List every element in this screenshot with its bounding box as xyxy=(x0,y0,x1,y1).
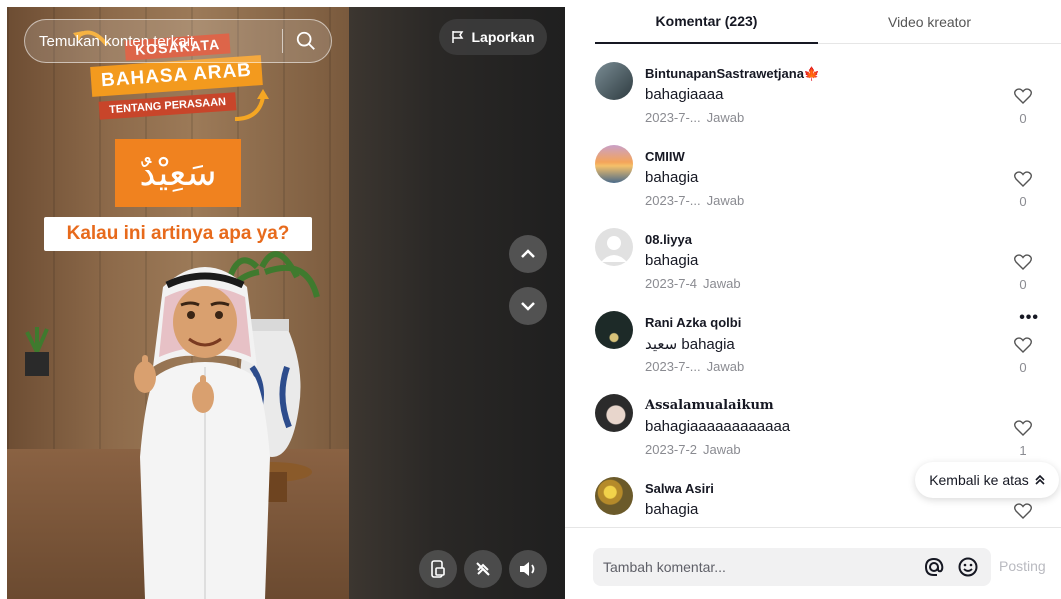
comment-text: bahagiaaaa xyxy=(645,86,724,103)
mention-icon[interactable] xyxy=(923,556,945,578)
volume-button[interactable] xyxy=(509,550,547,588)
post-button[interactable]: Posting xyxy=(999,558,1046,574)
panel-tabs: Komentar (223) Video kreator xyxy=(595,0,1061,44)
reply-button[interactable]: Jawab xyxy=(703,442,741,457)
comment-text: bahagia xyxy=(645,169,699,186)
comment-date: 2023-7-2 xyxy=(645,442,698,457)
back-to-top-label: Kembali ke atas xyxy=(929,472,1029,488)
comment-item: 08.liyya bahagia 2023-7-4 Jawab 0 xyxy=(595,224,1055,299)
double-chevron-up-icon xyxy=(1035,474,1045,485)
tiktok-video-page: KOSAKATA BAHASA ARAB TENTANG PERASAAN سَ… xyxy=(0,0,1061,599)
comment-meta: 2023-7-... Jawab xyxy=(645,193,744,208)
tab-creator-videos[interactable]: Video kreator xyxy=(818,0,1041,44)
avatar[interactable] xyxy=(595,62,633,100)
heart-icon xyxy=(1014,171,1032,187)
like-count: 0 xyxy=(1019,360,1027,375)
chevron-up-icon xyxy=(521,249,535,258)
comment-username[interactable]: CMIIW xyxy=(645,149,685,164)
video-frame: KOSAKATA BAHASA ARAB TENTANG PERASAAN سَ… xyxy=(7,7,349,599)
flag-icon xyxy=(452,31,464,43)
comment-text: bahagia xyxy=(645,501,699,518)
heart-icon xyxy=(1014,337,1032,353)
comment-item: Rani Azka qolbi سعيد bahagia 2023-7-... J… xyxy=(595,307,1055,382)
arabic-word-card: سَعِيْدٌ xyxy=(115,139,241,207)
heart-icon xyxy=(1014,503,1032,519)
reply-button[interactable]: Jawab xyxy=(703,276,741,291)
chevron-down-icon xyxy=(521,302,535,311)
comment-text: bahagia xyxy=(645,252,699,269)
emoji-icon[interactable] xyxy=(957,556,979,578)
avatar[interactable] xyxy=(595,228,633,266)
related-search-input[interactable]: Temukan konten terkait xyxy=(39,33,282,50)
reply-button[interactable]: Jawab xyxy=(707,359,745,374)
comment-meta: 2023-7-4 Jawab xyxy=(645,276,741,291)
comment-meta: 2023-7-2 Jawab xyxy=(645,442,741,457)
comment-meta: 2023-7-... Jawab xyxy=(645,359,744,374)
like-count: 0 xyxy=(1019,277,1027,292)
autoscroll-button[interactable] xyxy=(464,550,502,588)
no-autoscroll-icon xyxy=(476,562,490,576)
comment-username[interactable]: Salwa Asiri xyxy=(645,481,714,496)
comment-item: Assalamualaikum bahagiaaaaaaaaaaaa 2023-… xyxy=(595,390,1055,465)
tab-comments[interactable]: Komentar (223) xyxy=(595,0,818,44)
comment-date: 2023-7-... xyxy=(645,110,701,125)
avatar[interactable] xyxy=(595,394,633,432)
more-options-button[interactable]: ••• xyxy=(1019,309,1039,327)
curved-arrow-icon xyxy=(234,89,269,121)
like-button[interactable]: 1 xyxy=(1011,420,1035,458)
comment-username[interactable]: Rani Azka qolbi xyxy=(645,315,741,330)
small-plant-illustration xyxy=(25,327,49,376)
video-player[interactable]: KOSAKATA BAHASA ARAB TENTANG PERASAAN سَ… xyxy=(7,7,565,599)
like-count: 0 xyxy=(1019,111,1027,126)
like-button[interactable]: 0 xyxy=(1011,254,1035,292)
previous-video-button[interactable] xyxy=(509,235,547,273)
like-button[interactable] xyxy=(1011,503,1035,524)
question-banner: Kalau ini artinya apa ya? xyxy=(44,217,312,251)
reply-button[interactable]: Jawab xyxy=(707,193,745,208)
search-divider xyxy=(282,29,283,53)
like-button[interactable]: 0 xyxy=(1011,88,1035,126)
next-video-button[interactable] xyxy=(509,287,547,325)
comments-panel: Komentar (223) Video kreator BintunapanS… xyxy=(565,0,1061,599)
comment-text: bahagiaaaaaaaaaaaa xyxy=(645,418,791,435)
default-user-icon xyxy=(601,236,627,262)
report-label: Laporkan xyxy=(471,29,535,45)
back-to-top-button[interactable]: Kembali ke atas xyxy=(915,462,1059,498)
comment-meta: 2023-7-... Jawab xyxy=(645,110,744,125)
like-count: 1 xyxy=(1019,443,1027,458)
comment-date: 2023-7-... xyxy=(645,359,701,374)
comment-input[interactable] xyxy=(593,559,923,575)
avatar[interactable] xyxy=(595,311,633,349)
heart-icon xyxy=(1014,420,1032,436)
device-icon xyxy=(431,560,445,578)
heart-icon xyxy=(1014,88,1032,104)
like-button[interactable]: 0 xyxy=(1011,171,1035,209)
comment-input-wrapper[interactable] xyxy=(593,548,991,586)
comment-text: سعيد bahagia xyxy=(645,336,735,353)
avatar[interactable] xyxy=(595,477,633,515)
related-search-box[interactable]: Temukan konten terkait xyxy=(24,19,332,63)
search-icon[interactable] xyxy=(295,30,317,52)
device-mode-button[interactable] xyxy=(419,550,457,588)
arab-character-illustration xyxy=(134,267,270,599)
comment-username[interactable]: Assalamualaikum xyxy=(645,398,774,413)
comment-date: 2023-7-4 xyxy=(645,276,698,291)
comment-username[interactable]: 08.liyya xyxy=(645,232,692,247)
report-button[interactable]: Laporkan xyxy=(439,19,547,55)
heart-icon xyxy=(1014,254,1032,270)
comment-date: 2023-7-... xyxy=(645,193,701,208)
comment-username[interactable]: BintunapanSastrawetjana🍁 xyxy=(645,66,820,82)
like-button[interactable]: 0 xyxy=(1011,337,1035,375)
reply-button[interactable]: Jawab xyxy=(707,110,745,125)
avatar[interactable] xyxy=(595,145,633,183)
volume-icon xyxy=(520,562,535,576)
comment-item: CMIIW bahagia 2023-7-... Jawab 0 xyxy=(595,141,1055,216)
comment-composer: Posting xyxy=(565,527,1061,599)
like-count: 0 xyxy=(1019,194,1027,209)
comment-item: BintunapanSastrawetjana🍁 bahagiaaaa 2023… xyxy=(595,58,1055,133)
